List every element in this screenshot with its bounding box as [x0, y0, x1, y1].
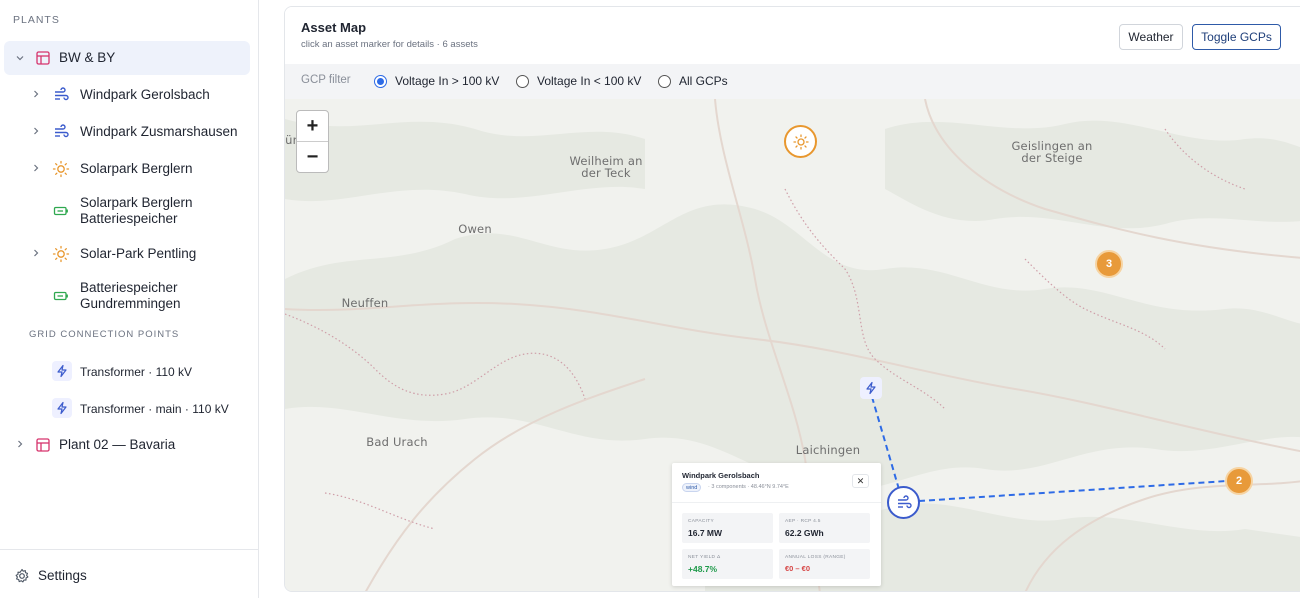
close-button[interactable]: ✕ [852, 474, 869, 488]
radio-voltage-above-100[interactable] [374, 75, 387, 88]
radio-label[interactable]: Voltage In > 100 kV [395, 74, 499, 88]
stat-value: 62.2 GWh [785, 528, 824, 538]
bolt-icon [52, 361, 72, 381]
sun-icon [52, 160, 70, 178]
chevron-right-icon[interactable] [30, 247, 42, 259]
wind-icon [897, 494, 912, 508]
bolt-icon [52, 398, 72, 418]
sidebar-item-solar-park-pentling[interactable]: Solar-Park Pentling [0, 243, 259, 265]
sidebar-item-gcp-transformer-110kv[interactable]: Transformer · 110 kV [0, 360, 259, 382]
sidebar-item-gcp-transformer-main-110kv[interactable]: Transformer · main · 110 kV [0, 397, 259, 419]
stat-capacity: CAPACITY 16.7 MW [682, 513, 773, 543]
map-label-line2: der Teck [581, 166, 631, 180]
sidebar-item-label: Windpark Gerolsbach [80, 87, 210, 102]
zoom-control: + − [296, 110, 329, 173]
radio-all-gcps[interactable] [658, 75, 671, 88]
chevron-right-icon[interactable] [30, 125, 42, 137]
stat-label: AEP · RCP 4.5 [785, 519, 821, 524]
chevron-right-icon[interactable] [14, 438, 26, 450]
radio-label[interactable]: All GCPs [679, 74, 728, 88]
map-label-laichingen: Laichingen [795, 443, 861, 457]
battery-icon [52, 287, 70, 305]
gcp-filter-bar: GCP filter Voltage In > 100 kV Voltage I… [285, 64, 1300, 99]
bolt-icon [866, 381, 876, 395]
toggle-gcps-button[interactable]: Toggle GCPs [1192, 24, 1281, 50]
cluster-marker[interactable]: 3 [1095, 250, 1123, 278]
stat-net-yield: NET YIELD Δ +48.7% [682, 549, 773, 579]
stat-value: €0 – €0 [785, 564, 811, 573]
stat-value: +48.7% [688, 564, 718, 574]
sidebar-item-windpark-gerolsbach[interactable]: Windpark Gerolsbach [0, 84, 259, 106]
sidebar-item-windpark-zusmarshausen[interactable]: Windpark Zusmarshausen [0, 121, 259, 143]
stat-label: CAPACITY [688, 519, 715, 524]
stat-aep: AEP · RCP 4.5 62.2 GWh [779, 513, 870, 543]
popup-title: Windpark Gerolsbach [682, 471, 760, 480]
panel-header: Asset Map click an asset marker for deta… [285, 7, 1300, 64]
sidebar-item-label: Transformer · 110 kV [80, 365, 193, 379]
map-label-line2: der Steige [1021, 151, 1083, 165]
settings-button[interactable]: Settings [0, 549, 259, 598]
sidebar-item-solarpark-berglern[interactable]: Solarpark Berglern [0, 158, 259, 180]
sidebar-item-label: Plant 02 — Bavaria [59, 437, 176, 452]
weather-button[interactable]: Weather [1119, 24, 1183, 50]
stat-label: ANNUAL LOSS (RANGE) [785, 555, 846, 560]
stat-value: 16.7 MW [688, 528, 723, 538]
map-label-bad-urach: Bad Urach [366, 435, 428, 449]
settings-label: Settings [38, 568, 87, 583]
map-label-neuffen: Neuffen [341, 296, 389, 310]
page-subtitle: click an asset marker for details · 6 as… [301, 39, 478, 50]
gear-icon [13, 567, 31, 585]
zoom-out-button[interactable]: − [297, 142, 328, 172]
gcp-filter-label: GCP filter [301, 74, 351, 86]
asset-detail-popup: Windpark Gerolsbach wind · 3 components … [672, 463, 881, 586]
stat-annual-loss: ANNUAL LOSS (RANGE) €0 – €0 [779, 549, 870, 579]
chevron-down-icon[interactable] [14, 52, 26, 64]
asset-map-panel: Asset Map click an asset marker for deta… [284, 6, 1300, 592]
plant-grid-icon [34, 49, 52, 67]
sidebar-item-label-line2: Gundremmingen [80, 296, 181, 311]
cluster-marker[interactable]: 2 [1225, 467, 1253, 495]
plants-section-title: PLANTS [13, 14, 60, 26]
sidebar-item-solarpark-berglern-batteriespeicher[interactable]: Solarpark Berglern Batteriespeicher [0, 194, 259, 228]
page-title: Asset Map [301, 20, 367, 35]
sidebar-item-label: Transformer · main · 110 kV [80, 402, 229, 416]
gcp-section-title: GRID CONNECTION POINTS [29, 329, 180, 340]
sidebar-item-label-line2: Batteriespeicher [80, 211, 178, 226]
sun-icon [792, 133, 809, 150]
asset-type-badge: wind [682, 483, 702, 492]
map-label-geislingen: Geislingen an der Steige [1011, 140, 1093, 164]
sidebar-item-label: Windpark Zusmarshausen [80, 124, 238, 139]
map-canvas[interactable]: Weilheim an der Teck Geislingen an der S… [285, 99, 1300, 591]
sidebar-item-plant-02-bavaria[interactable]: Plant 02 — Bavaria [0, 434, 259, 456]
sidebar-item-label-line1: Batteriespeicher [80, 280, 178, 295]
stat-label: NET YIELD Δ [688, 555, 721, 560]
sun-icon [52, 245, 70, 263]
plant-grid-icon [34, 436, 52, 454]
radio-label[interactable]: Voltage In < 100 kV [537, 74, 641, 88]
sidebar-item-batteriespeicher-gundremmingen[interactable]: Batteriespeicher Gundremmingen [0, 279, 259, 313]
sidebar: PLANTS BW & BY Windpark Gerolsbach Windp… [0, 0, 259, 598]
wind-icon [52, 86, 70, 104]
zoom-in-button[interactable]: + [297, 111, 328, 141]
radio-voltage-below-100[interactable] [516, 75, 529, 88]
wind-icon [52, 123, 70, 141]
wind-asset-marker-selected[interactable] [887, 486, 920, 519]
sidebar-item-label-line1: Solarpark Berglern [80, 195, 193, 210]
sidebar-item-label: Solarpark Berglern [80, 161, 193, 176]
chevron-right-icon[interactable] [30, 162, 42, 174]
map-label-weilheim: Weilheim an der Teck [567, 155, 645, 179]
gcp-transformer-marker[interactable] [860, 377, 882, 399]
chevron-right-icon[interactable] [30, 88, 42, 100]
sidebar-item-label: BW & BY [59, 50, 116, 65]
sidebar-item-label: Solar-Park Pentling [80, 246, 197, 261]
battery-icon [52, 202, 70, 220]
sidebar-item-bw-by[interactable]: BW & BY [4, 41, 250, 75]
map-label-owen: Owen [458, 222, 492, 236]
popup-meta: · 3 components · 48.46°N 9.74°E [708, 484, 789, 490]
solar-asset-marker[interactable] [784, 125, 817, 158]
